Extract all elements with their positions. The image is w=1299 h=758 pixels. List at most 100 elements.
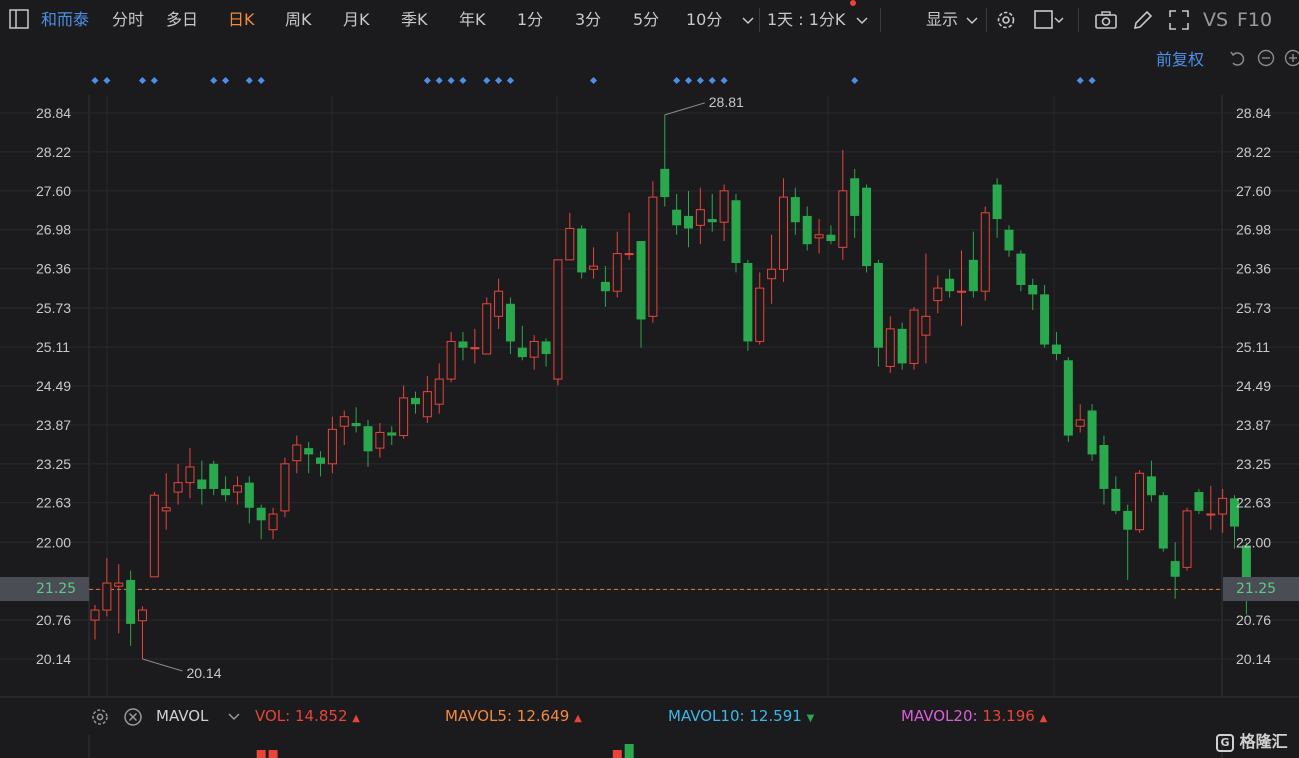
watermark-icon: G [1216,733,1234,752]
tab-5min[interactable]: 5分 [633,8,659,32]
candle-body-down [410,397,420,405]
candle-body-down [126,579,136,624]
candle-body-up [1182,510,1192,568]
candle-body-down [968,259,978,292]
candle [933,275,943,314]
layout-icon[interactable] [8,8,32,32]
watermark-text: 格隆汇 [1239,732,1288,751]
candle-body-down [517,347,527,358]
candle-body-up [755,287,765,342]
indicator-gear-icon[interactable] [89,706,113,730]
gear-icon[interactable] [994,8,1018,32]
indicator-chevron-down-icon[interactable] [224,704,248,728]
tab-jik[interactable]: 季K [401,8,428,32]
candlestick-chart[interactable]: 28.84 28.84 28.22 28.22 27.60 27.60 26.98 26.98… [0,40,1299,758]
candle [957,250,967,326]
candle-body-up [470,347,480,350]
y-tick-label-left: 26.36 [36,261,71,277]
candle [743,259,753,351]
candle-body-up [814,234,824,239]
tab-duori[interactable]: 多日 [166,8,198,32]
tab-rik[interactable]: 日K [228,8,255,32]
candle-body-up [778,196,788,270]
candle-body-down [1194,492,1204,511]
candle [375,423,385,458]
event-marker [257,76,265,85]
candle-body-down [1028,284,1038,295]
candle-body-up [375,431,385,449]
candle-body-down [600,281,610,292]
candle-body-down [1099,444,1109,489]
interval-chevron-down-icon[interactable] [852,8,876,32]
candle [209,460,219,496]
y-tick-label-right: 23.87 [1236,417,1271,433]
candle [1182,507,1192,571]
tab-yuek[interactable]: 月K [343,8,370,32]
stock-name[interactable]: 和而泰 [41,8,89,32]
candle [707,193,717,232]
vol-arrow: ▲ [352,713,360,724]
vs-button[interactable]: VS [1203,8,1228,32]
candle [410,391,420,414]
candle-body-down [221,488,231,496]
mavol20-readout: MAVOL20: 13.196 ▲ [901,707,1047,725]
candle [351,407,361,433]
y-tick-label-right: 28.22 [1236,144,1271,160]
display-chevron-down-icon[interactable] [962,8,986,32]
candle-body-down [304,448,314,455]
event-marker [459,76,467,85]
candle [885,316,895,373]
f10-button[interactable]: F10 [1237,8,1272,32]
candle-body-down [672,209,682,226]
y-tick-label-right: 22.00 [1236,534,1271,550]
tab-fenshi[interactable]: 分时 [112,8,144,32]
event-marker [720,76,728,85]
tab-1min[interactable]: 1分 [517,8,543,32]
candle [422,375,432,424]
y-tick-label-left: 22.00 [36,534,71,550]
interval-select[interactable]: 1天 : 1分K [767,8,845,32]
indicator-name[interactable]: MAVOL [156,707,208,725]
candle-body-up [529,340,539,358]
candle [1218,488,1228,533]
y-tick-label-left: 23.25 [36,456,71,472]
event-marker [435,76,443,85]
candle-body-down [802,215,812,245]
candle [648,181,658,323]
volume-bar [624,744,634,758]
event-marker [673,76,681,85]
square-icon[interactable] [1032,8,1064,32]
y-tick-label-left: 20.76 [36,612,71,628]
pencil-icon[interactable] [1131,8,1155,32]
tab-10min[interactable]: 10分 [686,8,722,32]
display-button[interactable]: 显示 [926,8,958,32]
y-tick-label-right: 23.25 [1236,456,1271,472]
candle [1087,404,1097,461]
tab-zhouk[interactable]: 周K [285,8,312,32]
vol-label: VOL: [255,707,291,725]
divider [986,8,987,32]
candle-body-up [921,315,931,336]
y-tick-label-right: 22.63 [1236,495,1271,511]
candle [992,178,1002,238]
candle-body-down [244,482,254,508]
volume-bar [268,750,278,758]
candle [399,385,409,439]
expand-icon[interactable] [1167,8,1191,32]
mavol5-arrow: ▲ [574,713,582,724]
tab-niank[interactable]: 年K [459,8,486,32]
indicator-close-icon[interactable] [122,706,146,730]
tab-3min[interactable]: 3分 [575,8,601,32]
camera-icon[interactable] [1093,8,1117,32]
candle [1051,332,1061,361]
candle-body-up [1206,513,1216,516]
vol-value: 14.852 [295,707,348,725]
candle [612,231,622,298]
mavol10-label: MAVOL10: [668,707,745,725]
candle [862,184,872,273]
candle-body-down [945,278,955,292]
candle-body-down [743,262,753,342]
candle [1004,225,1014,257]
mavol20-value: 13.196 [982,707,1035,725]
candle-body-up [161,507,171,512]
